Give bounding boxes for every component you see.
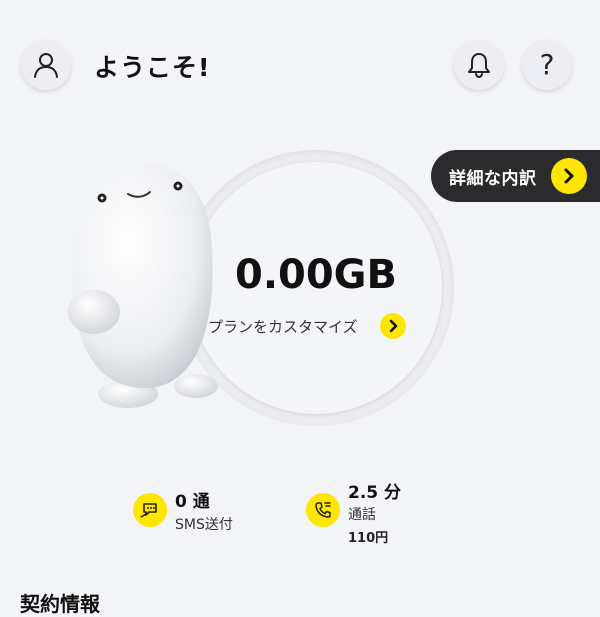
help-button[interactable]: ? [522,40,572,90]
sms-label: SMS送付 [175,517,233,533]
bell-icon [468,53,490,79]
profile-button[interactable] [21,40,71,90]
greeting-title: ようこそ! [94,53,211,82]
customize-plan-link[interactable]: プランをカスタマイズ [208,313,406,339]
help-icon: ? [539,48,555,81]
detail-breakdown-label: 詳細な内訳 [449,168,537,189]
chevron-right-icon [379,313,406,339]
chevron-right-icon [550,158,587,194]
data-amount-container: 0.00GB [178,252,454,298]
sms-icon [133,493,167,527]
notifications-button[interactable] [454,40,504,90]
section-heading: 契約情報 [20,592,100,616]
call-minutes: 2.5 分 [348,483,402,503]
data-remaining-value: 0.00GB [234,252,397,298]
call-label: 通話 [348,507,376,523]
phone-icon [306,493,340,527]
detail-breakdown-button[interactable]: 詳細な内訳 [431,150,600,202]
user-icon [34,53,58,78]
sms-count: 0 通 [175,492,210,512]
call-cost: 110円 [348,531,389,546]
customize-plan-label: プランをカスタマイズ [208,317,358,336]
